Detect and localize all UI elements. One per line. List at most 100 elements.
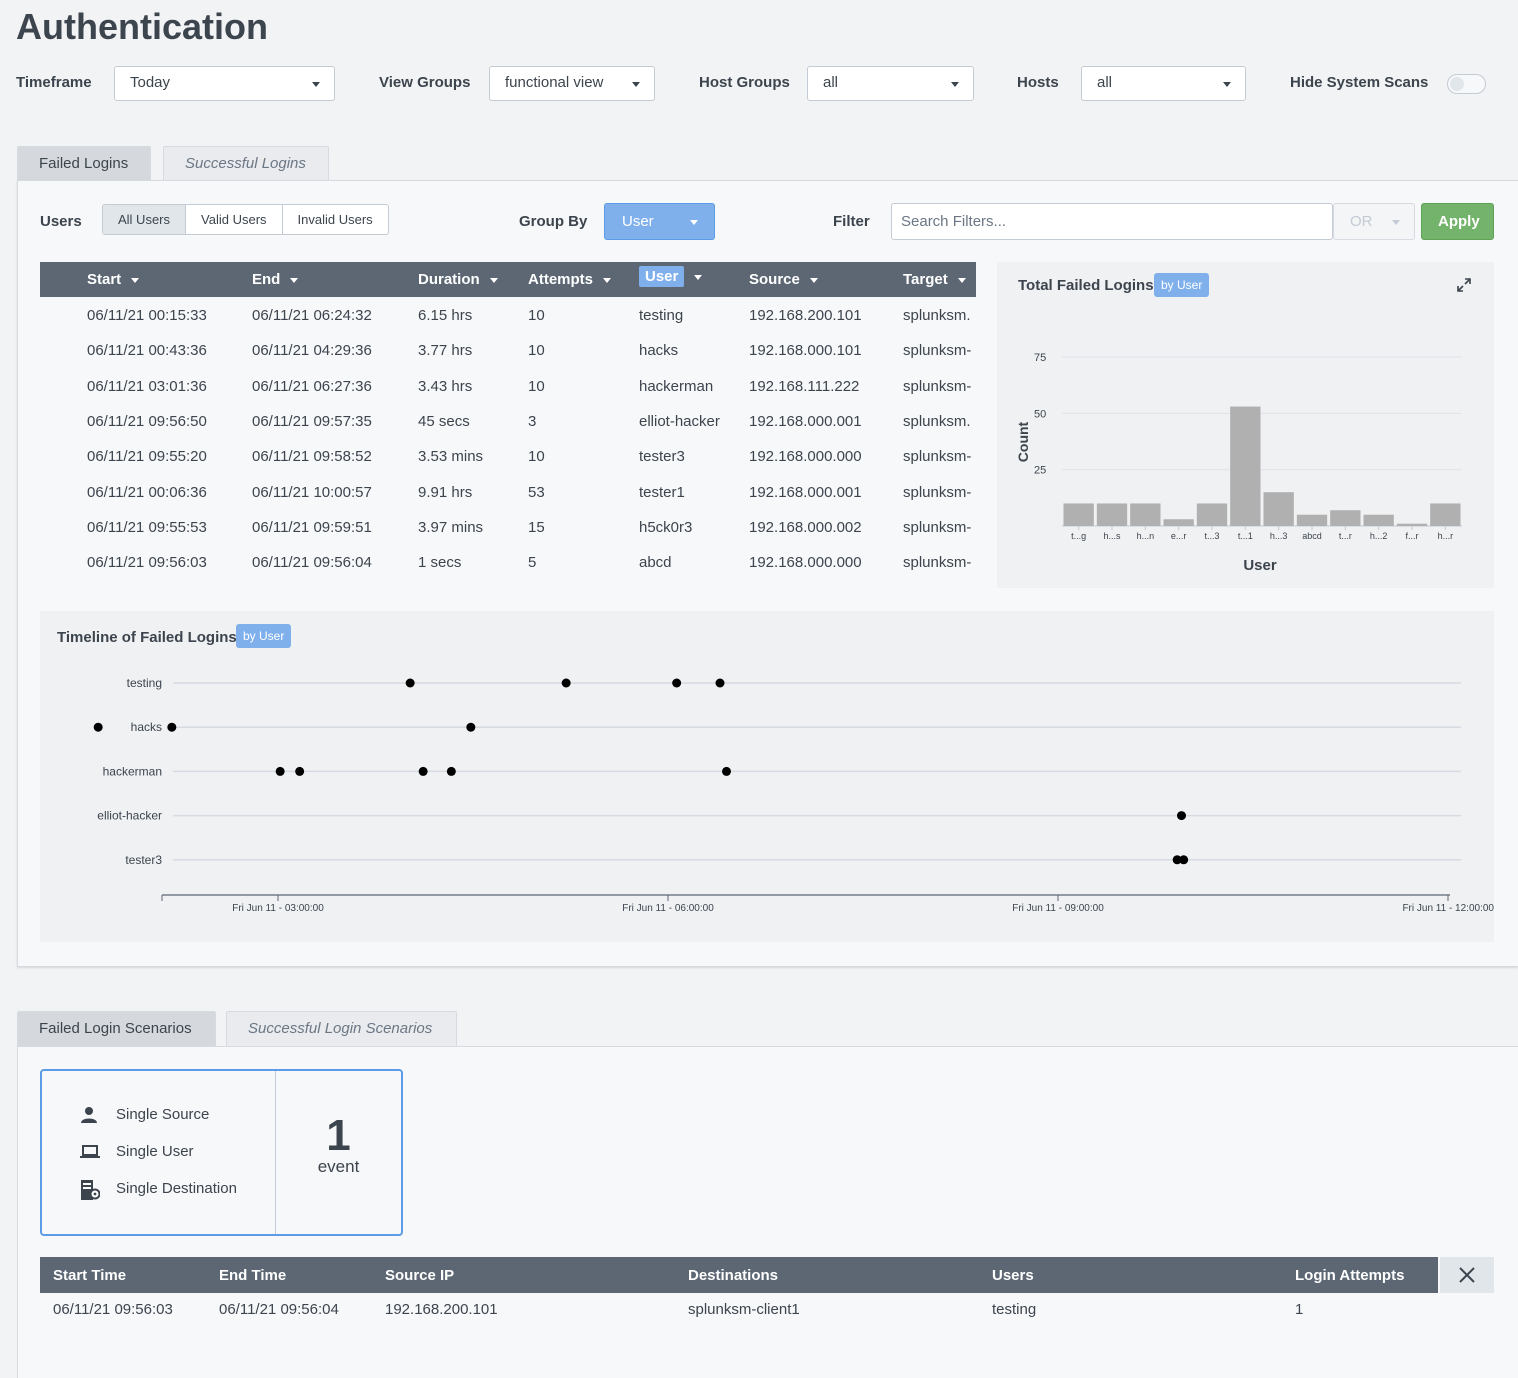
total-failed-logins-card: Total Failed Logins by User 25 50 75 t...g h…: [997, 262, 1494, 588]
table-row[interactable]: 06/11/21 09:56:50 06/11/21 09:57:35 45 sec…: [40, 404, 976, 439]
event-dot[interactable]: [93, 722, 103, 732]
bar[interactable]: [1430, 503, 1461, 526]
table-row[interactable]: 06/11/21 00:06:36 06/11/21 10:00:57 9.91 h…: [40, 475, 976, 510]
source-cell: 192.168.111.222: [749, 377, 860, 395]
host-groups-value: all: [823, 74, 839, 91]
event-dot[interactable]: [1177, 811, 1186, 821]
scenario-table-header: Start Time End Time Source IP Destinatio…: [40, 1257, 1438, 1293]
event-dot[interactable]: [167, 722, 177, 732]
y-tick-label: 25: [1034, 465, 1046, 477]
x-tick-label: h...3: [1270, 531, 1288, 541]
bar[interactable]: [1396, 523, 1428, 526]
end-cell: 06/11/21 10:00:57: [252, 483, 372, 501]
bar[interactable]: [1363, 514, 1394, 526]
source-cell: 192.168.000.001: [749, 412, 862, 430]
bar[interactable]: [1196, 503, 1228, 526]
y-tick-label: 50: [1034, 408, 1046, 420]
column-header-users: Users: [992, 1267, 1034, 1284]
column-header-duration[interactable]: Duration: [418, 271, 498, 288]
bar[interactable]: [1063, 503, 1094, 526]
event-dot[interactable]: [466, 722, 476, 732]
column-header-label: Start: [87, 271, 122, 288]
sort-caret-icon: [694, 274, 703, 280]
sort-caret-icon: [131, 277, 140, 283]
scenario-login-attempts: 1: [1295, 1301, 1304, 1318]
column-header-end[interactable]: End: [252, 271, 299, 288]
event-dot[interactable]: [715, 678, 725, 688]
table-row[interactable]: 06/11/21 03:01:36 06/11/21 06:27:36 3.43 h…: [40, 369, 976, 404]
valid-users-button[interactable]: Valid Users: [186, 205, 283, 234]
user-cell: elliot-hacker: [639, 412, 720, 430]
bar[interactable]: [1263, 492, 1294, 526]
scenario-card[interactable]: Single Source Single User Single Destina…: [40, 1069, 403, 1236]
column-header-source-ip: Source IP: [385, 1267, 455, 1284]
all-users-button[interactable]: All Users: [103, 205, 187, 234]
event-dot[interactable]: [1179, 855, 1189, 865]
row-label: hacks: [131, 720, 162, 734]
event-dot[interactable]: [722, 766, 731, 776]
attempts-cell: 10: [528, 448, 545, 466]
attempts-cell: 10: [528, 307, 545, 324]
bar[interactable]: [1330, 510, 1361, 526]
column-header-start[interactable]: Start: [87, 271, 140, 288]
attempts-cell: 10: [528, 342, 545, 360]
group-by-dropdown[interactable]: User: [604, 203, 715, 240]
sort-caret-icon: [957, 277, 966, 283]
table-row[interactable]: 06/11/21 09:55:53 06/11/21 09:59:51 3.97 m…: [40, 510, 976, 545]
column-header-user[interactable]: User: [639, 266, 703, 287]
user-cell: tester3: [639, 448, 685, 466]
table-row[interactable]: 06/11/21 09:55:20 06/11/21 09:58:52 3.53 m…: [40, 439, 976, 474]
hosts-dropdown[interactable]: all: [1081, 66, 1246, 101]
filter-label: Filter: [833, 213, 870, 230]
column-header-destinations: Destinations: [688, 1267, 779, 1284]
tab-failed-login-scenarios[interactable]: Failed Login Scenarios: [17, 1011, 216, 1046]
end-cell: 06/11/21 06:24:32: [252, 307, 372, 324]
row-label: tester3: [125, 853, 162, 867]
bar[interactable]: [1296, 514, 1328, 526]
host-groups-dropdown[interactable]: all: [807, 66, 974, 101]
event-dot[interactable]: [418, 766, 428, 776]
hide-system-scans-label: Hide System Scans: [1290, 74, 1429, 91]
timeframe-dropdown[interactable]: Today: [114, 66, 335, 101]
column-header-login-attempts: Login Attempts: [1295, 1267, 1405, 1284]
event-dot[interactable]: [446, 766, 456, 776]
source-cell: 192.168.000.002: [749, 518, 862, 536]
event-dot[interactable]: [295, 766, 305, 776]
event-dot[interactable]: [672, 678, 682, 688]
start-cell: 06/11/21 09:56:50: [87, 412, 207, 430]
bar[interactable]: [1230, 406, 1261, 526]
tab-failed-logins[interactable]: Failed Logins: [17, 146, 151, 181]
chevron-down-icon: [312, 82, 320, 87]
event-dot[interactable]: [561, 678, 571, 688]
attempts-cell: 53: [528, 483, 545, 501]
or-operator-dropdown[interactable]: OR: [1333, 203, 1415, 240]
user-cell: hackerman: [639, 377, 714, 395]
search-filters-input[interactable]: [891, 203, 1333, 240]
bar[interactable]: [1163, 519, 1194, 526]
table-row[interactable]: 06/11/21 00:43:36 06/11/21 04:29:36 3.77 h…: [40, 333, 976, 368]
tab-successful-logins[interactable]: Successful Logins: [163, 146, 329, 181]
end-cell: 06/11/21 09:57:35: [252, 412, 372, 430]
event-dot[interactable]: [275, 766, 285, 776]
table-row[interactable]: 06/11/21 00:15:33 06/11/21 06:24:32 6.15 h…: [40, 298, 976, 333]
bar[interactable]: [1096, 503, 1128, 526]
x-tick-label: t...r: [1339, 531, 1352, 541]
tab-successful-login-scenarios[interactable]: Successful Login Scenarios: [226, 1011, 457, 1046]
apply-button[interactable]: Apply: [1421, 203, 1494, 240]
scenario-users: testing: [992, 1301, 1037, 1318]
column-header-target[interactable]: Target: [903, 271, 966, 288]
hide-system-scans-toggle[interactable]: [1447, 74, 1486, 94]
bar[interactable]: [1130, 503, 1161, 526]
user-cell: hacks: [639, 342, 679, 360]
close-button[interactable]: [1440, 1257, 1494, 1293]
event-dot[interactable]: [405, 678, 415, 688]
source-cell: 192.168.000.101: [749, 342, 862, 360]
sort-caret-icon: [603, 277, 612, 283]
invalid-users-button[interactable]: Invalid Users: [283, 205, 388, 234]
view-groups-dropdown[interactable]: functional view: [489, 66, 655, 101]
group-by-label: Group By: [519, 213, 588, 230]
column-header-source[interactable]: Source: [749, 271, 818, 288]
column-header-attempts[interactable]: Attempts: [528, 271, 612, 288]
table-row[interactable]: 06/11/21 09:56:03 06/11/21 09:56:04 1 secs…: [40, 545, 976, 580]
start-cell: 06/11/21 00:15:33: [87, 307, 207, 324]
